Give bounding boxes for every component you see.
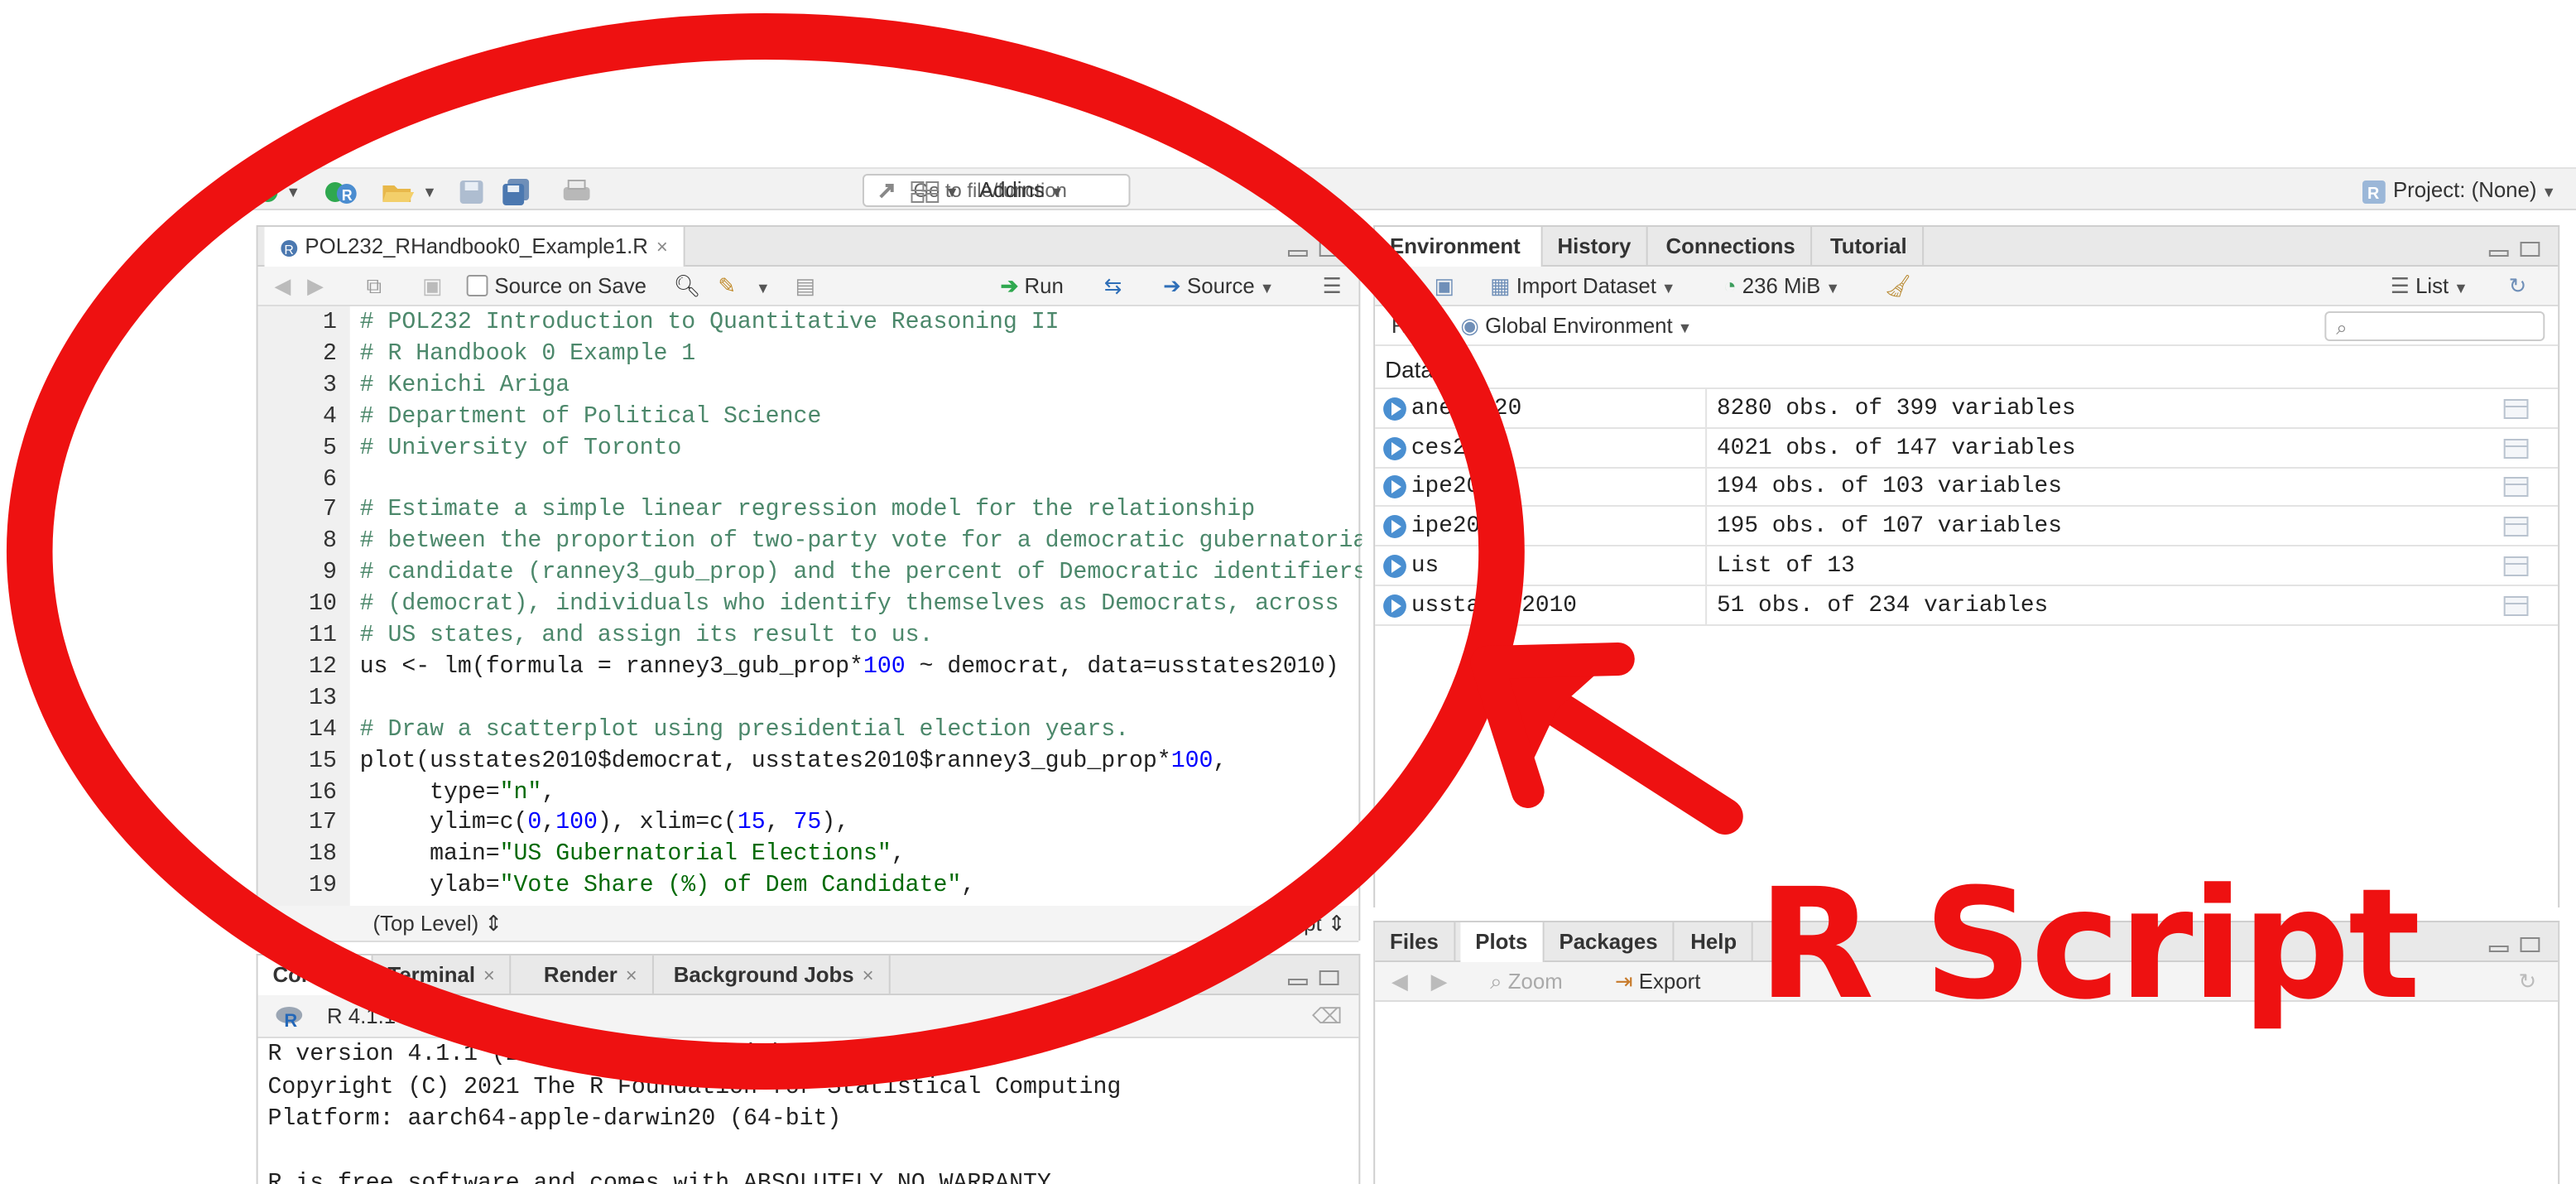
rstudio-screenshot: ▼ R ▼ Go to file/function ▼ Addins ▼ R Pr xyxy=(0,0,2576,1184)
arrow-shaft xyxy=(1539,691,1743,835)
highlight-ellipse xyxy=(6,13,1525,1090)
annotation-label: R Script xyxy=(1757,856,2421,1033)
